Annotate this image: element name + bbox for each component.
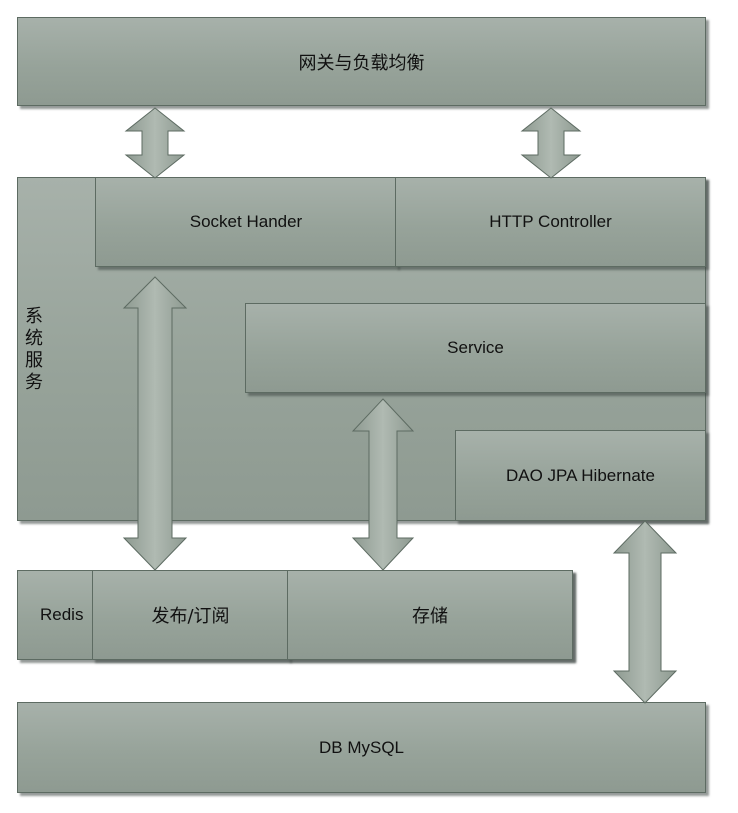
- arrow-socket-pubsub: [122, 276, 188, 571]
- arrows-layer: [122, 107, 678, 704]
- arrow-gateway-http: [520, 107, 582, 179]
- arrow-gateway-socket: [124, 107, 186, 179]
- arrow-service-storage: [351, 398, 415, 571]
- arrow-dao-db: [612, 520, 678, 704]
